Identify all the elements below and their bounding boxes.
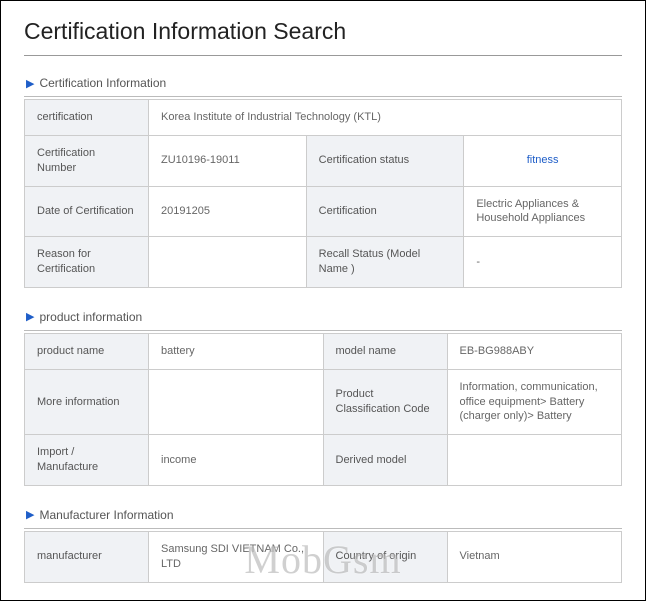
cert-certification-value: Korea Institute of Industrial Technology… xyxy=(149,100,622,136)
cert-date-label: Date of Certification xyxy=(25,186,149,237)
cert-number-label: Certification Number xyxy=(25,135,149,186)
cert-date-value: 20191205 xyxy=(149,186,307,237)
cert-type-label: Certification xyxy=(306,186,464,237)
section-header-certification: ▶ Certification Information xyxy=(24,76,622,97)
cert-type-value: Electric Appliances & Household Applianc… xyxy=(464,186,622,237)
cert-reason-value xyxy=(149,237,307,288)
product-name-label: product name xyxy=(25,333,149,369)
cert-certification-label: certification xyxy=(25,100,149,136)
section-label: product information xyxy=(39,310,142,324)
certification-table: certification Korea Institute of Industr… xyxy=(24,99,622,288)
product-class-label: Product Classification Code xyxy=(323,369,447,435)
cert-number-value: ZU10196-19011 xyxy=(149,135,307,186)
manufacturer-origin-value: Vietnam xyxy=(447,531,622,582)
product-model-value: EB-BG988ABY xyxy=(447,333,622,369)
cert-recall-label: Recall Status (Model Name ) xyxy=(306,237,464,288)
manufacturer-name-label: manufacturer xyxy=(25,531,149,582)
section-header-manufacturer: ▶ Manufacturer Information xyxy=(24,508,622,529)
product-more-value xyxy=(149,369,324,435)
arrow-icon: ▶ xyxy=(26,508,34,521)
product-derived-label: Derived model xyxy=(323,435,447,486)
product-class-value: Information, communication, office equip… xyxy=(447,369,622,435)
cert-recall-value: - xyxy=(464,237,622,288)
page-title: Certification Information Search xyxy=(24,18,622,56)
product-more-label: More information xyxy=(25,369,149,435)
product-name-value: battery xyxy=(149,333,324,369)
cert-reason-label: Reason for Certification xyxy=(25,237,149,288)
product-import-label: Import / Manufacture xyxy=(25,435,149,486)
product-model-label: model name xyxy=(323,333,447,369)
cert-status-value[interactable]: fitness xyxy=(464,135,622,186)
product-derived-value xyxy=(447,435,622,486)
cert-status-label: Certification status xyxy=(306,135,464,186)
manufacturer-table: manufacturer Samsung SDI VIETNAM Co., LT… xyxy=(24,531,622,583)
manufacturer-origin-label: Country of origin xyxy=(323,531,447,582)
product-import-value: income xyxy=(149,435,324,486)
manufacturer-name-value: Samsung SDI VIETNAM Co., LTD xyxy=(149,531,324,582)
product-table: product name battery model name EB-BG988… xyxy=(24,333,622,486)
section-label: Manufacturer Information xyxy=(39,508,173,522)
arrow-icon: ▶ xyxy=(26,310,34,323)
arrow-icon: ▶ xyxy=(26,77,34,90)
section-header-product: ▶ product information xyxy=(24,310,622,331)
section-label: Certification Information xyxy=(39,76,166,90)
